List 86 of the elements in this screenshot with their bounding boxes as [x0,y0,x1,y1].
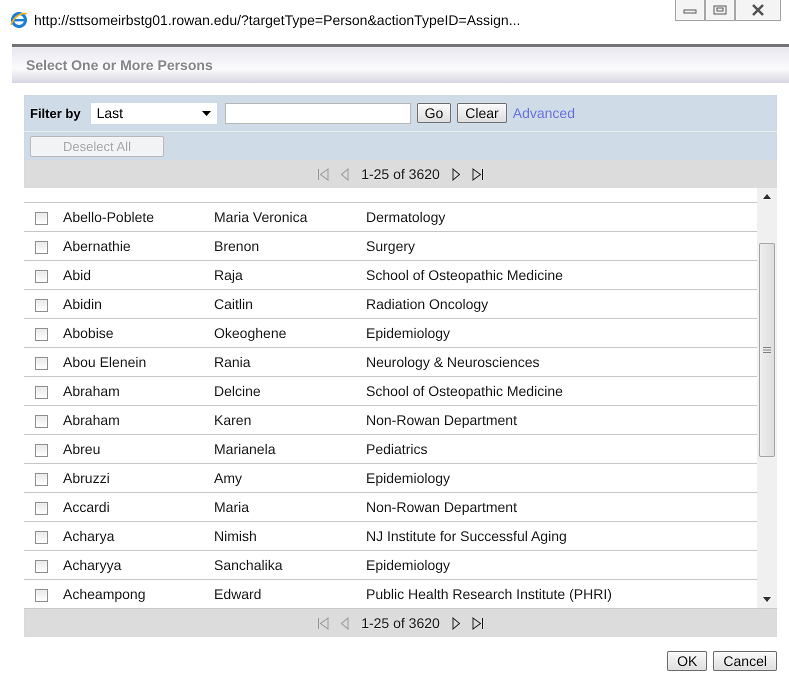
first-name-cell-text: Edward [214,586,262,602]
checkbox[interactable] [35,560,48,573]
browser-icon [10,11,28,29]
department-cell: Non-Rowan Department [366,412,517,428]
first-name-cell-text: Maria [214,499,250,515]
first-name-cell-text: Rania [214,354,252,370]
department-cell: Neurology & Neurosciences [366,354,540,370]
first-page-icon[interactable] [317,168,330,180]
last-name-cell-text: Abreu [63,441,102,457]
next-page-icon[interactable] [450,168,462,180]
search-field[interactable] [224,102,411,124]
department-cell: Non-Rowan Department [366,499,517,515]
caret-icon [202,110,211,116]
department-cell: NJ Institute for Successful Aging [366,528,567,544]
checkbox[interactable] [35,299,48,312]
department-cell: Dermatology [366,209,446,225]
checkbox[interactable] [35,386,48,399]
close-icon [750,4,766,16]
dialog-title: Select One or More Persons [26,57,213,73]
last-name-cell-text: Acheampong [63,586,147,602]
ok-button[interactable]: OK [667,651,708,671]
last-name-cell-text: Abidin [63,296,103,312]
checkbox[interactable] [35,444,48,457]
department-cell: Surgery [366,238,416,254]
department-cell: School of Osteopathic Medicine [366,383,563,399]
last-name-cell-text: Abraham [63,383,121,399]
filter-label: Filter by [30,106,81,120]
first-name-cell-text: Brenon [214,238,260,254]
department-cell: Epidemiology [366,470,450,486]
go-button[interactable]: Go [416,103,452,123]
checkbox[interactable] [35,589,48,602]
first-name-cell-text: Nimish [214,528,258,544]
checkbox[interactable] [35,502,48,515]
previous-page-icon[interactable] [339,168,352,180]
first-name-cell-text: Karen [214,412,252,428]
first-name-cell-text: Sanchalika [214,557,284,573]
last-page-icon[interactable] [472,616,484,630]
last-name-cell-text: Abernathie [63,238,132,254]
window-title: http://sttsomeirbstg01.rowan.edu/?targetType=Person&actionTypeID=Assign... [34,12,520,28]
last-name-cell-text: Acharya [63,528,116,544]
maximize-button[interactable] [705,0,735,21]
first-name-cell-text: Marianela [214,441,276,457]
department-cell: Radiation Oncology [366,296,488,312]
checkbox[interactable] [35,415,48,428]
close-button[interactable] [735,0,781,21]
scroll-down-icon[interactable] [763,597,771,602]
first-name-cell-text: Maria Veronica [214,209,308,225]
previous-page-icon[interactable] [339,616,352,630]
checkbox[interactable] [35,270,48,283]
restore-icon [713,5,727,15]
first-name-cell-text: Delcine [214,383,262,399]
department-cell: Epidemiology [366,557,450,573]
scrollbar[interactable] [757,188,777,608]
minimize-button[interactable] [675,0,705,21]
first-name-cell-text: Amy [214,470,243,486]
checkbox[interactable] [35,212,48,225]
last-name-cell-text: Acharyya [63,557,122,573]
last-name-cell-text: Abid [63,267,92,283]
checkbox[interactable] [35,241,48,254]
page-range: 1-25 of 3620 [361,615,440,631]
first-name-cell-text: Caitlin [214,296,254,312]
last-name-cell-text: Abobise [63,325,115,341]
first-page-icon[interactable] [317,616,330,630]
cancel-button[interactable]: Cancel [713,651,777,671]
next-page-icon[interactable] [450,616,462,630]
checkbox[interactable] [35,357,48,370]
page-range: 1-25 of 3620 [361,166,440,182]
scroll-thumb[interactable] [759,243,775,457]
last-name-cell-text: Accardi [63,499,111,515]
clear-button[interactable]: Clear [457,103,507,123]
filter-dropdown[interactable]: Last [90,102,217,124]
department-cell: Epidemiology [366,325,450,341]
department-cell: Public Health Research Institute (PHRI) [366,586,612,602]
checkbox[interactable] [35,531,48,544]
checkbox[interactable] [35,473,48,486]
last-name-cell-text: Abou Elenein [63,354,148,370]
first-name-cell-text: Raja [214,267,244,283]
last-name-cell-text: Abruzzi [63,470,111,486]
last-name-cell-text: Abello-Poblete [63,209,156,225]
first-name-cell-text: Okeoghene [214,325,288,341]
last-name-cell-text: Abraham [63,412,121,428]
last-page-icon[interactable] [472,168,484,180]
checkbox[interactable] [35,328,48,341]
scroll-up-icon[interactable] [763,194,771,199]
department-cell: Pediatrics [366,441,428,457]
department-cell: School of Osteopathic Medicine [366,267,563,283]
